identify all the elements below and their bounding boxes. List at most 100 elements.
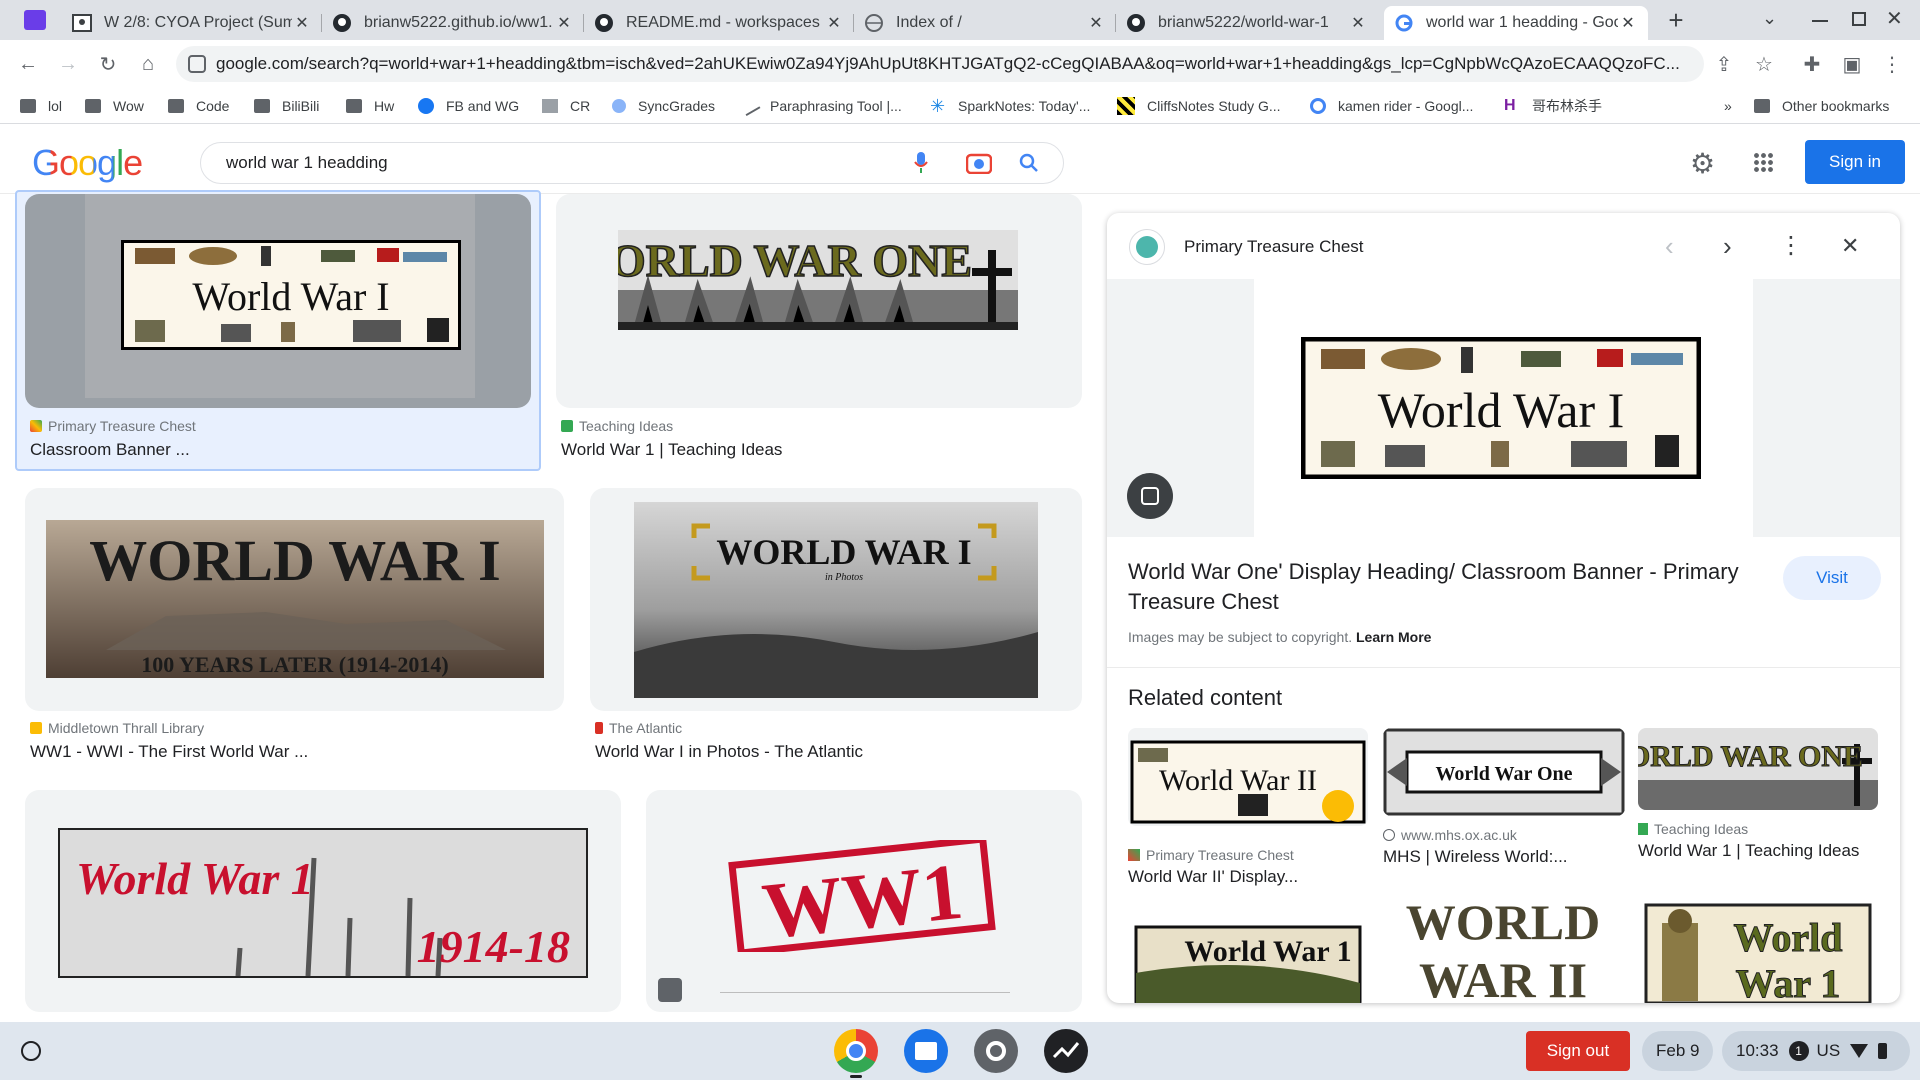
- next-image-icon[interactable]: ›: [1723, 231, 1732, 262]
- restore-icon[interactable]: [1852, 12, 1866, 26]
- back-icon[interactable]: ←: [16, 52, 40, 76]
- address-bar[interactable]: google.com/search?q=world+war+1+headding…: [176, 46, 1704, 82]
- forward-icon[interactable]: →: [56, 52, 80, 76]
- visit-button[interactable]: Visit: [1783, 556, 1881, 600]
- prev-image-icon[interactable]: ‹: [1665, 231, 1674, 262]
- close-tab-icon[interactable]: ✕: [1618, 13, 1638, 33]
- bookmark-kamen-rider[interactable]: kamen rider - Googl...: [1310, 96, 1473, 116]
- result-image-6[interactable]: WW1: [646, 790, 1082, 1012]
- related-title[interactable]: MHS | Wireless World:...: [1383, 847, 1568, 867]
- close-tab-icon[interactable]: ✕: [292, 13, 312, 33]
- search-icon[interactable]: [1018, 152, 1040, 179]
- related-source[interactable]: www.mhs.ox.ac.uk: [1383, 827, 1517, 843]
- panel-title[interactable]: World War One' Display Heading/ Classroo…: [1128, 557, 1748, 617]
- bookmark-fb-and-wg[interactable]: FB and WG: [418, 96, 519, 116]
- result-title[interactable]: Classroom Banner ...: [30, 440, 190, 460]
- files-app-icon[interactable]: [904, 1029, 948, 1073]
- apps-grid-icon[interactable]: [1753, 152, 1773, 172]
- result-image-2[interactable]: WORLD WAR ONE: [556, 194, 1082, 408]
- result-source[interactable]: Middletown Thrall Library: [30, 720, 204, 736]
- image-overlay-icon[interactable]: [658, 978, 682, 1002]
- more-options-icon[interactable]: ⋮: [1779, 231, 1803, 260]
- tab-search-icon[interactable]: [24, 10, 46, 30]
- result-source[interactable]: Primary Treasure Chest: [30, 418, 196, 434]
- close-tab-icon[interactable]: ✕: [554, 13, 574, 33]
- settings-gear-icon[interactable]: ⚙: [1690, 147, 1715, 180]
- status-tray[interactable]: 10:33 1 US: [1722, 1031, 1910, 1071]
- sign-in-button[interactable]: Sign in: [1805, 140, 1905, 184]
- camera-lens-icon[interactable]: [965, 152, 993, 179]
- panel-source-name[interactable]: Primary Treasure Chest: [1184, 237, 1364, 257]
- learn-more-link[interactable]: Learn More: [1356, 629, 1431, 645]
- related-image-5[interactable]: WORLD WAR II: [1383, 889, 1623, 1003]
- date-pill[interactable]: Feb 9: [1642, 1031, 1714, 1071]
- close-panel-icon[interactable]: ✕: [1841, 233, 1859, 259]
- bookmark-cr[interactable]: CR: [542, 96, 590, 116]
- close-tab-icon[interactable]: ✕: [824, 13, 844, 33]
- close-tab-icon[interactable]: ✕: [1348, 13, 1368, 33]
- related-image-6[interactable]: World War 1: [1638, 893, 1878, 1003]
- panel-source-favicon[interactable]: [1129, 229, 1165, 265]
- share-icon[interactable]: ⇪: [1712, 52, 1736, 76]
- bookmark-folder-lol[interactable]: lol: [20, 96, 62, 116]
- result-source[interactable]: Teaching Ideas: [561, 418, 673, 434]
- bookmark-folder-hw[interactable]: Hw: [346, 96, 394, 116]
- new-tab-icon[interactable]: +: [1662, 6, 1690, 34]
- result-image-3[interactable]: WORLD WAR I 100 YEARS LATER (1914-2014): [25, 488, 564, 711]
- home-icon[interactable]: ⌂: [136, 52, 160, 76]
- result-image-5[interactable]: World War 1 1914-18: [25, 790, 621, 1012]
- related-title[interactable]: World War II' Display...: [1128, 867, 1298, 887]
- tab-search-dropdown-icon[interactable]: ⌄: [1762, 8, 1777, 29]
- bookmark-folder-bilibili[interactable]: BiliBili: [254, 96, 319, 116]
- result-title[interactable]: World War I in Photos - The Atlantic: [595, 742, 863, 762]
- tab-index-of[interactable]: Index of / ✕: [854, 6, 1116, 40]
- tab-world-war-1-repo[interactable]: brianw5222/world-war-1 ✕: [1116, 6, 1378, 40]
- bookmark-paraphrasing-tool[interactable]: Paraphrasing Tool |...: [739, 95, 902, 117]
- tab-cyoa-project[interactable]: W 2/8: CYOA Project (Summ ✕: [62, 6, 322, 40]
- result-image-4[interactable]: WORLD WAR I in Photos: [590, 488, 1082, 711]
- bookmarks-overflow-button[interactable]: »: [1724, 96, 1732, 116]
- result-title[interactable]: WW1 - WWI - The First World War ...: [30, 742, 308, 762]
- close-window-icon[interactable]: ✕: [1886, 6, 1903, 31]
- related-image-4[interactable]: World War 1: [1128, 913, 1368, 1003]
- google-logo[interactable]: Google: [32, 142, 143, 184]
- chrome-app-icon[interactable]: [834, 1029, 878, 1073]
- bookmark-folder-code[interactable]: Code: [168, 96, 229, 116]
- settings-app-icon[interactable]: [974, 1029, 1018, 1073]
- preview-image[interactable]: World War I: [1301, 337, 1701, 479]
- reload-icon[interactable]: ↻: [96, 52, 120, 76]
- related-source[interactable]: Teaching Ideas: [1638, 821, 1748, 837]
- close-tab-icon[interactable]: ✕: [1086, 13, 1106, 33]
- bookmark-cliffsnotes[interactable]: CliffsNotes Study G...: [1117, 96, 1281, 116]
- sparknotes-icon: ✳: [930, 96, 946, 116]
- lens-search-icon[interactable]: [1127, 473, 1173, 519]
- other-bookmarks-folder[interactable]: Other bookmarks: [1754, 96, 1889, 116]
- result-image-1[interactable]: World War I: [25, 194, 531, 408]
- tab-google-search[interactable]: world war 1 headding - Goo ✕: [1384, 6, 1648, 40]
- mic-icon[interactable]: [914, 152, 928, 173]
- launcher-icon[interactable]: [21, 1041, 41, 1061]
- bookmark-goblin-slayer[interactable]: H 哥布林杀手: [1504, 96, 1602, 116]
- activity-app-icon[interactable]: [1044, 1029, 1088, 1073]
- minimize-icon[interactable]: [1812, 20, 1828, 22]
- related-title[interactable]: World War 1 | Teaching Ideas: [1638, 841, 1859, 861]
- related-image-2[interactable]: World War One: [1383, 728, 1625, 816]
- result-source[interactable]: The Atlantic: [595, 720, 682, 736]
- tab-readme[interactable]: README.md - workspaces ✕: [584, 6, 854, 40]
- bookmark-syncgrades[interactable]: SyncGrades: [612, 96, 715, 116]
- chrome-menu-icon[interactable]: ⋮: [1880, 52, 1904, 76]
- tab-github-io[interactable]: brianw5222.github.io/ww1. ✕: [322, 6, 584, 40]
- site-settings-icon[interactable]: [188, 55, 206, 73]
- related-source[interactable]: Primary Treasure Chest: [1128, 847, 1294, 863]
- extensions-icon[interactable]: ✚: [1800, 52, 1824, 76]
- search-input[interactable]: world war 1 headding: [200, 142, 1064, 184]
- tab-title: Index of /: [896, 14, 962, 31]
- sign-out-button[interactable]: Sign out: [1526, 1031, 1630, 1071]
- related-image-1[interactable]: World War II: [1128, 728, 1368, 826]
- related-image-3[interactable]: WORLD WAR ONE: [1638, 728, 1878, 810]
- bookmark-star-icon[interactable]: ☆: [1752, 52, 1776, 76]
- result-title[interactable]: World War 1 | Teaching Ideas: [561, 440, 782, 460]
- side-panel-icon[interactable]: ▣: [1840, 52, 1864, 76]
- bookmark-folder-wow[interactable]: Wow: [85, 96, 144, 116]
- bookmark-sparknotes[interactable]: ✳ SparkNotes: Today'...: [930, 96, 1090, 116]
